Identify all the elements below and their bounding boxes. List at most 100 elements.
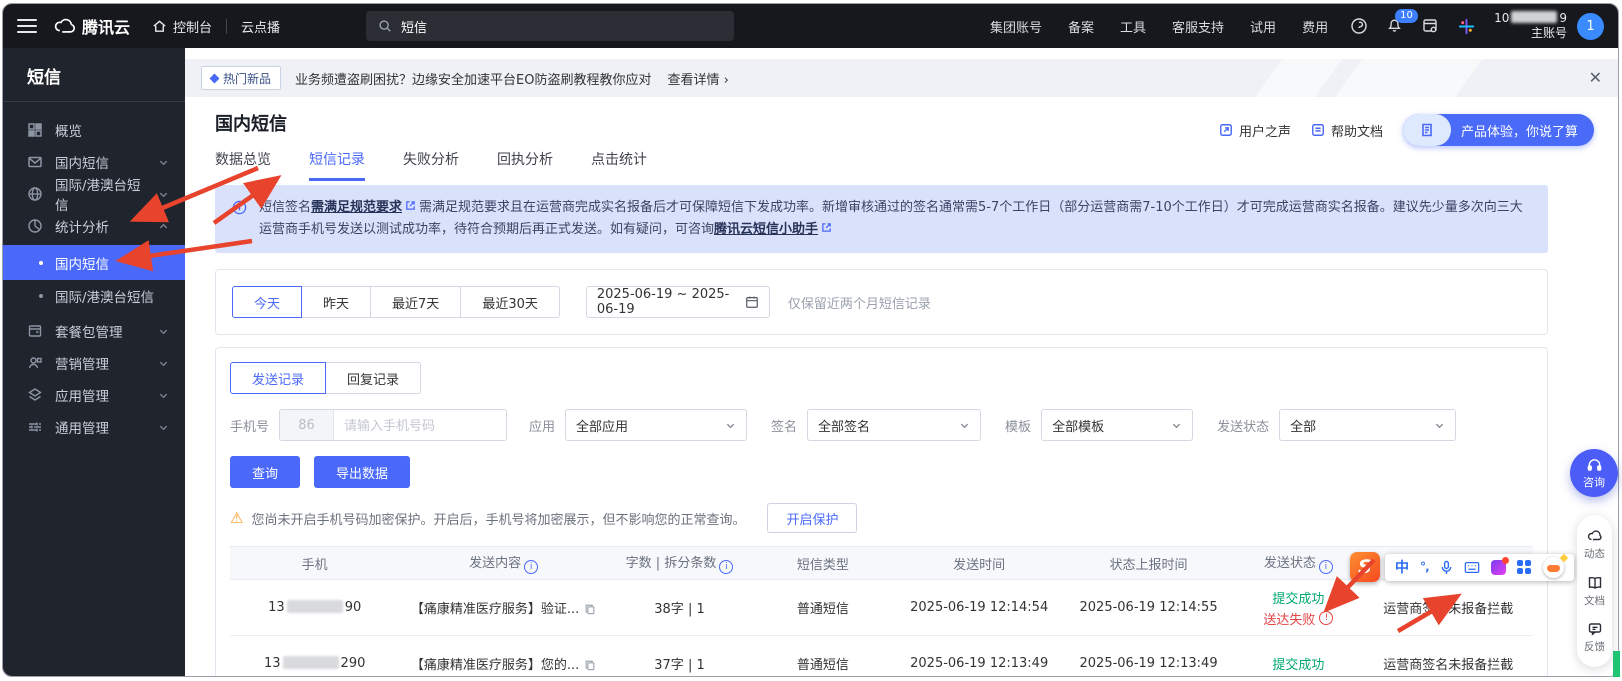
query-button[interactable]: 查询 (230, 456, 300, 488)
ime-toolbox-icon[interactable] (1517, 560, 1532, 575)
tab-sms-records[interactable]: 短信记录 (309, 149, 365, 181)
menu-group-account[interactable]: 集团账号 (990, 17, 1042, 36)
help-docs-link[interactable]: 帮助文档 (1311, 121, 1383, 140)
chevron-up-icon (158, 221, 169, 232)
user-voice-link[interactable]: 用户之声 (1219, 121, 1291, 140)
tencent-cloud-logo[interactable]: 腾讯云 (53, 14, 130, 38)
menu-tools[interactable]: 工具 (1120, 17, 1146, 36)
info-icon[interactable]: i (524, 560, 538, 574)
last30days-button[interactable]: 最近30天 (460, 286, 560, 318)
sidebar-title: 短信 (3, 48, 185, 101)
phone-label: 手机号 (230, 416, 269, 435)
workorder-icon[interactable] (1421, 17, 1439, 35)
sms-assistant-link[interactable]: 腾讯云短信小助手 (714, 222, 818, 237)
send-records-tab[interactable]: 发送记录 (230, 362, 326, 394)
ime-assistant-icon[interactable] (1543, 557, 1564, 578)
sidebar-item-statistics[interactable]: 统计分析 (3, 210, 185, 242)
ime-skin-icon[interactable] (1491, 560, 1506, 575)
banner-decoration (1247, 59, 1349, 97)
record-type-toggle: 发送记录 回复记录 (230, 362, 1533, 394)
info-icon[interactable]: i (719, 560, 733, 574)
export-data-button[interactable]: 导出数据 (314, 456, 410, 488)
product-experience-button[interactable]: 产品体验，你说了算 (1403, 114, 1594, 146)
status-cell: 提交成功 送达失败! (1233, 580, 1363, 636)
menu-support[interactable]: 客服支持 (1172, 17, 1224, 36)
sidebar-item-app-mgmt[interactable]: 应用管理 (3, 379, 185, 411)
spec-requirement-link[interactable]: 需满足规范要求 (311, 200, 402, 215)
sidebar-nav: 概览 国内短信 国际/港澳台短信 (3, 102, 185, 443)
promo-banner: 热门新品 业务频遭盗刷困扰？边缘安全加速平台EO防盗刷教程教你应对 查看详情 ›… (185, 59, 1618, 97)
screen-edge-artifact (1613, 651, 1620, 677)
signature-select[interactable]: 全部签名 (807, 409, 981, 441)
date-range-picker[interactable]: 2025-06-19 ~ 2025-06-19 (586, 286, 770, 318)
encryption-warning: ⚠ 您尚未开启手机号码加密保护。开启后，手机号将加密展示，但不影响您的正常查询。… (230, 503, 1533, 533)
template-select[interactable]: 全部模板 (1041, 409, 1193, 441)
reply-records-tab[interactable]: 回复记录 (325, 362, 421, 394)
sidebar-item-package-mgmt[interactable]: 套餐包管理 (3, 315, 185, 347)
account-info[interactable]: 109 主账号 (1494, 11, 1567, 41)
phone-number-input[interactable] (334, 410, 506, 440)
tab-failure-analysis[interactable]: 失败分析 (403, 149, 459, 181)
ai-assistant-icon[interactable] (1457, 17, 1476, 36)
sidebar-item-marketing-mgmt[interactable]: 营销管理 (3, 347, 185, 379)
today-button[interactable]: 今天 (232, 286, 302, 318)
console-link[interactable]: 控制台 (152, 17, 212, 36)
tab-data-overview[interactable]: 数据总览 (215, 149, 271, 181)
sidebar-item-intl-sms[interactable]: 国际/港澳台短信 (3, 178, 185, 210)
external-link-icon (405, 200, 416, 211)
sidebar-subitem-intl-sms-stats[interactable]: 国际/港澳台短信 (3, 280, 185, 312)
hamburger-menu-icon[interactable] (17, 19, 37, 33)
divider (226, 19, 227, 34)
table-row: 1390 【痛康精准医疗服务】验证... 38字 | 1 普通短信 2025-0… (230, 580, 1533, 636)
chevron-down-icon (158, 326, 169, 337)
error-info-icon[interactable]: ! (1319, 611, 1333, 625)
send-status-select[interactable]: 全部 (1279, 409, 1456, 441)
app-label: 应用 (529, 416, 555, 435)
consult-floating-button[interactable]: 咨询 (1570, 449, 1618, 497)
notifications-button[interactable]: 10 (1386, 16, 1403, 37)
ime-mode-chinese[interactable]: 中 (1395, 557, 1409, 577)
menu-billing[interactable]: 费用 (1302, 17, 1328, 36)
enable-protection-button[interactable]: 开启保护 (767, 503, 857, 533)
send-time-cell: 2025-06-19 12:13:49 (895, 636, 1064, 677)
ime-punctuation-icon[interactable]: °‚ (1420, 560, 1429, 574)
hot-product-tag: 热门新品 (201, 66, 281, 90)
table-header-row: 手机 发送内容i 字数 | 拆分条数i 短信类型 发送时间 状态上报时间 发送状… (230, 547, 1533, 580)
dynamic-item[interactable]: 动态 (1584, 528, 1605, 561)
ime-mic-icon[interactable] (1440, 560, 1453, 575)
sidebar-subitem-domestic-sms-stats[interactable]: 国内短信 (3, 245, 185, 280)
feedback-item[interactable]: 反馈 (1584, 621, 1605, 654)
menu-trial[interactable]: 试用 (1250, 17, 1276, 36)
close-icon[interactable]: ✕ (1589, 59, 1602, 97)
date-range-value: 2025-06-19 ~ 2025-06-19 (597, 287, 745, 317)
copy-icon[interactable] (584, 603, 596, 615)
promo-details-link[interactable]: 查看详情 › (667, 69, 728, 88)
avatar[interactable]: 1 (1577, 13, 1604, 40)
product-tab-vod[interactable]: 云点播 (241, 17, 280, 36)
last7days-button[interactable]: 最近7天 (370, 286, 461, 318)
tab-receipt-analysis[interactable]: 回执分析 (497, 149, 553, 181)
tab-click-stats[interactable]: 点击统计 (591, 149, 647, 181)
help-circle-icon[interactable] (1350, 17, 1368, 35)
chevron-down-icon (1434, 420, 1445, 431)
sms-records-table: 手机 发送内容i 字数 | 拆分条数i 短信类型 发送时间 状态上报时间 发送状… (230, 546, 1533, 676)
type-cell: 普通短信 (751, 636, 894, 677)
sidebar: 短信 概览 国内短信 (3, 48, 185, 676)
global-search-input[interactable]: 短信 (366, 11, 734, 41)
docs-item[interactable]: 文档 (1584, 575, 1605, 608)
sidebar-item-overview[interactable]: 概览 (3, 114, 185, 146)
info-icon[interactable]: i (1319, 560, 1333, 574)
country-code-prefix[interactable]: 86 (280, 410, 334, 440)
col-send-time: 发送时间 (895, 547, 1064, 580)
chevron-down-icon (959, 420, 970, 431)
yesterday-button[interactable]: 昨天 (301, 286, 371, 318)
sidebar-item-general-mgmt[interactable]: 通用管理 (3, 411, 185, 443)
menu-icp[interactable]: 备案 (1068, 17, 1094, 36)
ime-keyboard-icon[interactable] (1464, 561, 1480, 574)
app-select[interactable]: 全部应用 (565, 409, 747, 441)
topbar-icons: 10 (1350, 16, 1476, 37)
copy-icon[interactable] (584, 659, 596, 671)
status-delivery-failed: 送达失败! (1233, 609, 1363, 628)
sogou-logo-icon[interactable]: S (1350, 552, 1380, 582)
book-icon (1587, 575, 1603, 591)
